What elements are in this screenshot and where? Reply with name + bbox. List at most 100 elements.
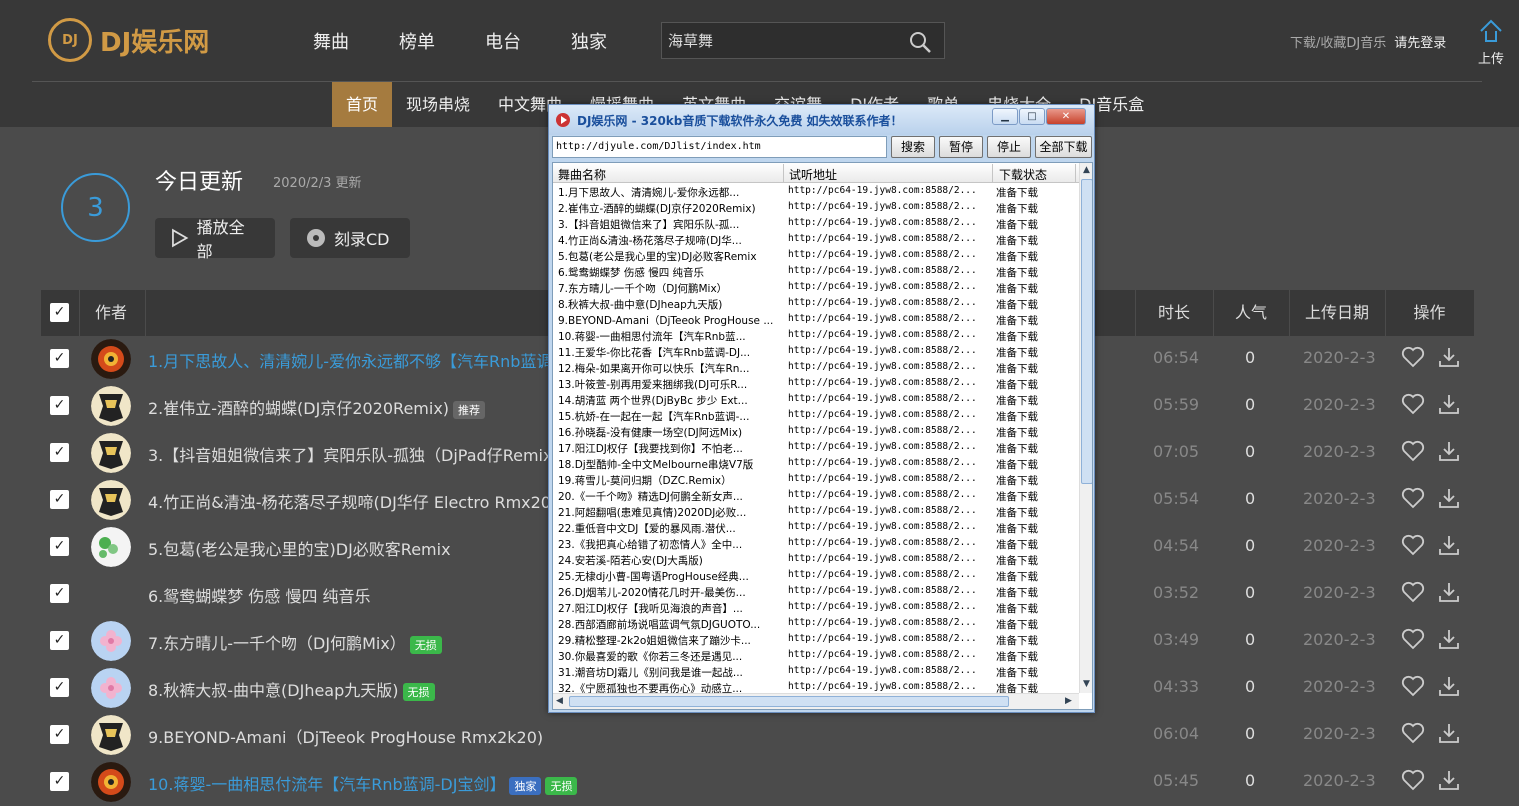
horizontal-scrollbar[interactable]: ◀ ▶ <box>553 693 1079 709</box>
scroll-up-icon[interactable]: ▲ <box>1083 165 1090 175</box>
download-list-item[interactable]: 13.叶筱萱-别再用爱来捆绑我(DJ可乐R... http://pc64-19.j… <box>553 376 1079 392</box>
dialog-search-button[interactable]: 搜索 <box>891 136 935 158</box>
window-titlebar[interactable]: DJ娱乐网 - 320kb音质下载软件永久免费 如失效联系作者！ ▁ □ ✕ <box>549 105 1094 135</box>
download-icon[interactable] <box>1437 580 1461 604</box>
download-icon[interactable] <box>1437 721 1461 745</box>
download-list-item[interactable]: 23.《我把真心给错了初恋情人》全中... http://pc64-19.jyw8… <box>553 536 1079 552</box>
download-list-item[interactable]: 17.阳江DJ权仔【我要找到你】不怕老... http://pc64-19.jyw… <box>553 440 1079 456</box>
song-title[interactable]: 7.东方晴儿-一千个吻（DJ何鹏Mix） 无损 <box>148 630 442 654</box>
song-title[interactable]: 3.【抖音姐姐微信来了】宾阳乐队-孤独（DjPad仔Remix <box>148 442 552 466</box>
download-list-item[interactable]: 4.竹正尚&清浊-杨花落尽子规啼(DJ华... http://pc64-19.jy… <box>553 232 1079 248</box>
author-avatar[interactable] <box>91 339 131 379</box>
download-list-item[interactable]: 1.月下思故人、清清婉儿-爱你永远都... http://pc64-19.jyw8… <box>553 184 1079 200</box>
nav-item-dance[interactable]: 舞曲 <box>288 28 374 54</box>
table-row[interactable]: ✓ 9.BEYOND-Amani（DjTeeok ProgHouse Rmx2k2… <box>41 712 1474 759</box>
download-list-item[interactable]: 22.重低音中文DJ【爱的暴风雨.潜伏... http://pc64-19.jyw… <box>553 520 1079 536</box>
download-list-item[interactable]: 14.胡清蓝 两个世界(DjByBc 步少 Ext... http://pc64-… <box>553 392 1079 408</box>
site-logo[interactable]: DJ DJ娱乐网 <box>48 18 209 62</box>
author-avatar[interactable] <box>91 386 131 426</box>
download-list-item[interactable]: 30.你最喜爱的歌《你若三冬还是遇见... http://pc64-19.jyw8… <box>553 648 1079 664</box>
author-avatar[interactable] <box>91 621 131 661</box>
download-list-item[interactable]: 27.阳江DJ权仔【我听见海浪的声音】... http://pc64-19.jyw… <box>553 600 1079 616</box>
download-list-item[interactable]: 29.精松整理-2k2o姐姐微信来了蹦沙卡... http://pc64-19.j… <box>553 632 1079 648</box>
favorite-heart-icon[interactable] <box>1401 674 1425 698</box>
col-name-header[interactable]: 舞曲名称 <box>558 166 606 183</box>
favorite-heart-icon[interactable] <box>1401 580 1425 604</box>
scroll-right-icon[interactable]: ▶ <box>1065 696 1072 706</box>
row-checkbox[interactable]: ✓ <box>50 537 69 556</box>
song-title[interactable]: 9.BEYOND-Amani（DjTeeok ProgHouse Rmx2k20… <box>148 724 543 748</box>
song-title[interactable]: 8.秋裤大叔-曲中意(DJheap九天版) 无损 <box>148 677 435 701</box>
download-icon[interactable] <box>1437 768 1461 792</box>
download-icon[interactable] <box>1437 439 1461 463</box>
song-title[interactable]: 1.月下思故人、清清婉儿-爱你永远都不够【汽车Rnb蓝调 <box>148 348 552 372</box>
song-title-text[interactable]: 1.月下思故人、清清婉儿-爱你永远都不够【汽车Rnb蓝调 <box>148 352 552 371</box>
favorite-heart-icon[interactable] <box>1401 392 1425 416</box>
download-list-item[interactable]: 7.东方晴儿-一千个吻（DJ何鹏Mix） http://pc64-19.jyw8.… <box>553 280 1079 296</box>
author-avatar[interactable] <box>91 715 131 755</box>
favorite-heart-icon[interactable] <box>1401 768 1425 792</box>
nav-item-radio[interactable]: 电台 <box>460 28 546 54</box>
download-list-item[interactable]: 28.西部酒廊前场说唱蓝调气氛DJGUOTO... http://pc64-19.… <box>553 616 1079 632</box>
download-list-item[interactable]: 19.蒋雪儿-莫问归期（DZC.Remix） http://pc64-19.jyw… <box>553 472 1079 488</box>
song-title-text[interactable]: 6.鸳鸯蝴蝶梦 伤感 慢四 纯音乐 <box>148 587 371 606</box>
author-avatar[interactable] <box>91 762 131 802</box>
download-list[interactable]: 舞曲名称 试听地址 下载状态 1.月下思故人、清清婉儿-爱你永远都... http… <box>552 162 1093 710</box>
search-icon[interactable] <box>908 30 932 54</box>
download-list-item[interactable]: 18.Dj型酷帅-全中文Melbourne串烧V7版 http://pc64-19… <box>553 456 1079 472</box>
table-row[interactable]: ✓ 10.蒋婴-一曲相思付流年【汽车Rnb蓝调-DJ宝剑】 独家 无损 05:45 0 20… <box>41 759 1474 806</box>
subnav-live-mix[interactable]: 现场串烧 <box>392 82 484 127</box>
scroll-left-icon[interactable]: ◀ <box>556 696 563 706</box>
download-list-item[interactable]: 12.梅朵-如果离开你可以快乐【汽车Rn... http://pc64-19.jy… <box>553 360 1079 376</box>
close-button[interactable]: ✕ <box>1046 108 1086 125</box>
song-title[interactable]: 2.崔伟立-酒醉的蝴蝶(DJ京仔2020Remix) 推荐 <box>148 395 486 419</box>
favorite-heart-icon[interactable] <box>1401 439 1425 463</box>
scroll-down-icon[interactable]: ▼ <box>1083 679 1090 689</box>
download-list-item[interactable]: 20.《一千个吻》精选DJ何鹏全新女声... http://pc64-19.jyw… <box>553 488 1079 504</box>
row-checkbox[interactable]: ✓ <box>50 772 69 791</box>
download-list-item[interactable]: 3.【抖音姐姐微信来了】宾阳乐队-孤... http://pc64-19.jyw8… <box>553 216 1079 232</box>
download-list-item[interactable]: 2.崔伟立-酒醉的蝴蝶(DJ京仔2020Remix) http://pc64-19… <box>553 200 1079 216</box>
download-icon[interactable] <box>1437 486 1461 510</box>
song-title-text[interactable]: 7.东方晴儿-一千个吻（DJ何鹏Mix） <box>148 634 406 653</box>
download-icon[interactable] <box>1437 674 1461 698</box>
download-list-item[interactable]: 31.潮音坊DJ霜儿《别问我是谁一起战... http://pc64-19.jyw… <box>553 664 1079 680</box>
download-list-item[interactable]: 5.包葛(老公是我心里的宝)DJ必败客Remix http://pc64-19.j… <box>553 248 1079 264</box>
favorite-heart-icon[interactable] <box>1401 345 1425 369</box>
download-list-item[interactable]: 21.阿超翻唱(患难见真情)2020DJ必败... http://pc64-19.… <box>553 504 1079 520</box>
download-list-item[interactable]: 25.无棣dj小曹-国粤语ProgHouse经典... http://pc64-1… <box>553 568 1079 584</box>
song-title[interactable]: 5.包葛(老公是我心里的宝)DJ必败客Remix <box>148 536 451 560</box>
download-collect-link[interactable]: 下载/收藏DJ音乐 <box>1290 36 1386 51</box>
download-list-item[interactable]: 10.蒋婴-一曲相思付流年【汽车Rnb蓝... http://pc64-19.jy… <box>553 328 1079 344</box>
author-avatar[interactable] <box>91 527 131 567</box>
minimize-button[interactable]: ▁ <box>992 108 1018 125</box>
row-checkbox[interactable]: ✓ <box>50 349 69 368</box>
burn-cd-button[interactable]: 刻录CD <box>290 218 410 258</box>
col-status-header[interactable]: 下载状态 <box>999 166 1047 183</box>
favorite-heart-icon[interactable] <box>1401 627 1425 651</box>
stop-button[interactable]: 停止 <box>987 136 1031 158</box>
song-title[interactable]: 6.鸳鸯蝴蝶梦 伤感 慢四 纯音乐 <box>148 583 371 607</box>
row-checkbox[interactable]: ✓ <box>50 678 69 697</box>
download-list-item[interactable]: 15.杭娇-在一起在一起【汽车Rnb蓝调-... http://pc64-19.j… <box>553 408 1079 424</box>
vertical-scroll-thumb[interactable] <box>1081 179 1092 484</box>
download-list-item[interactable]: 26.DJ烟苇儿-2020情花几时开-最美伤... http://pc64-19.… <box>553 584 1079 600</box>
row-checkbox[interactable]: ✓ <box>50 443 69 462</box>
upload-button[interactable]: 上传 <box>1474 18 1508 67</box>
subnav-home[interactable]: 首页 <box>332 82 393 127</box>
song-title-text[interactable]: 8.秋裤大叔-曲中意(DJheap九天版) <box>148 681 399 700</box>
login-link[interactable]: 请先登录 <box>1394 36 1446 51</box>
download-list-item[interactable]: 24.安若溪-陌若心安(DJ大禹版) http://pc64-19.jyw8.co… <box>553 552 1079 568</box>
row-checkbox[interactable]: ✓ <box>50 584 69 603</box>
download-list-item[interactable]: 16.孙晓磊-没有健康一场空(DJ阿远Mix) http://pc64-19.jy… <box>553 424 1079 440</box>
song-title-text[interactable]: 10.蒋婴-一曲相思付流年【汽车Rnb蓝调-DJ宝剑】 <box>148 775 505 794</box>
row-checkbox[interactable]: ✓ <box>50 396 69 415</box>
maximize-button[interactable]: □ <box>1019 108 1045 125</box>
download-list-item[interactable]: 11.王爱华-你比花香【汽车Rnb蓝调-DJ... http://pc64-19.… <box>553 344 1079 360</box>
download-all-button[interactable]: 全部下载 <box>1035 136 1092 158</box>
favorite-heart-icon[interactable] <box>1401 533 1425 557</box>
col-url-header[interactable]: 试听地址 <box>789 166 837 183</box>
author-avatar[interactable] <box>91 668 131 708</box>
song-title-text[interactable]: 4.竹正尚&清浊-杨花落尽子规啼(DJ华仔 Electro Rmx20 <box>148 493 551 512</box>
author-avatar[interactable] <box>91 433 131 473</box>
